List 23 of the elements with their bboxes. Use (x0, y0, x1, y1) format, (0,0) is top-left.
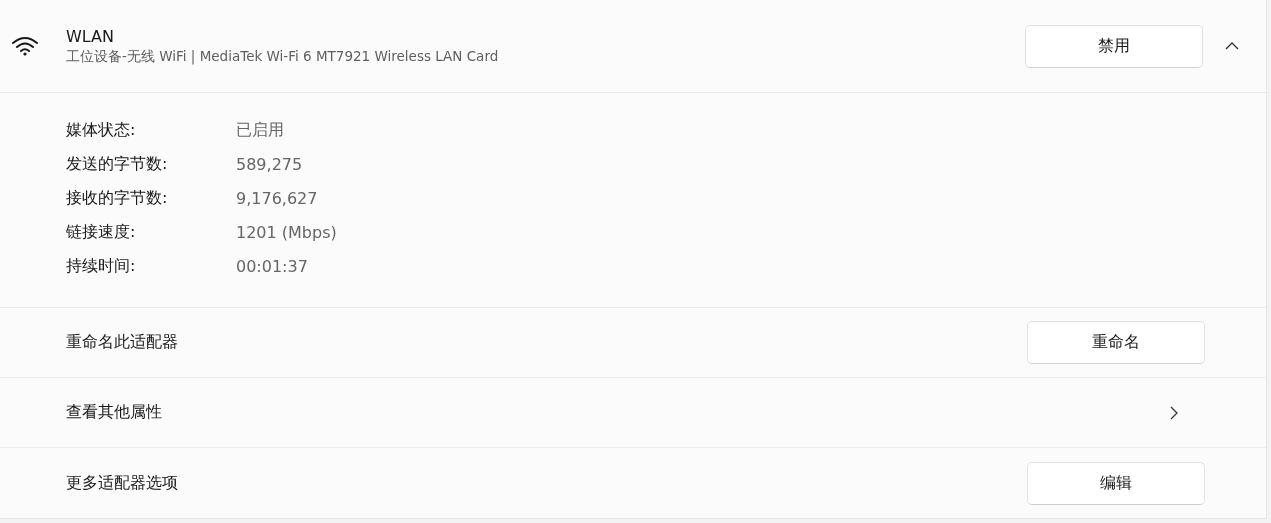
wifi-icon (11, 36, 39, 56)
settings-link-row[interactable]: 查看其他属性 (0, 378, 1266, 448)
disable-button[interactable]: 禁用 (1025, 24, 1203, 68)
action-button[interactable]: 重命名 (1027, 321, 1205, 364)
adapter-header[interactable]: WLAN 工位设备-无线 WiFi | MediaTek Wi-Fi 6 MT7921 Wireless LAN Card 禁用 (0, 0, 1266, 93)
row-label: 更多适配器选项 (66, 472, 179, 494)
detail-value: 589,275 (236, 154, 303, 174)
row-label: 查看其他属性 (66, 402, 163, 423)
detail-label: 持续时间: (66, 255, 137, 277)
chevron-icon[interactable] (1225, 42, 1239, 50)
chevron-right-icon (1170, 405, 1178, 420)
adapter-name: WLAN (66, 26, 115, 46)
detail-label: 链接速度: (66, 221, 137, 243)
action-button[interactable]: 编辑 (1027, 461, 1205, 505)
detail-label: 接收的字节数: (66, 187, 169, 209)
detail-label: 媒体状态: (66, 119, 137, 141)
detail-value: 1201 (Mbps) (236, 222, 337, 242)
detail-value: 已启用 (236, 119, 284, 141)
detail-value: 00:01:37 (236, 256, 308, 276)
adapter-description: 工位设备-无线 WiFi | MediaTek Wi-Fi 6 MT7921 Wireless LAN Card (66, 47, 500, 66)
detail-label: 发送的字节数: (66, 153, 169, 175)
row-label: 重命名此适配器 (66, 332, 179, 353)
detail-value: 9,176,627 (236, 188, 318, 208)
